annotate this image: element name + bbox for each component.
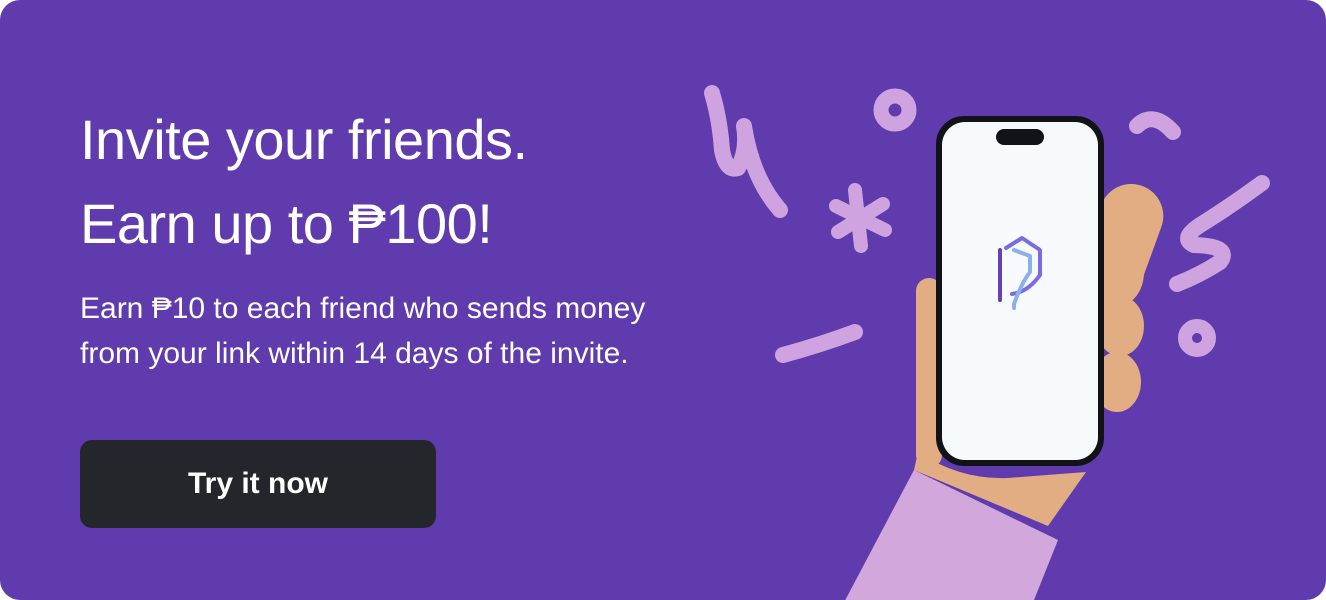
doodle-zigzag bbox=[1169, 175, 1270, 292]
doodle-asterisk bbox=[829, 183, 892, 253]
doodle-arc-top-right bbox=[1129, 111, 1181, 140]
promo-banner: Invite your friends. Earn up to ₱100! Ea… bbox=[0, 0, 1326, 600]
phone bbox=[936, 116, 1104, 466]
phone-notch bbox=[996, 129, 1044, 145]
squiggle-left bbox=[704, 85, 788, 218]
doodle-ring-top bbox=[873, 88, 917, 132]
hand-holding-phone-illustration bbox=[704, 85, 1270, 600]
doodle-ring-right bbox=[1178, 319, 1216, 357]
doodle-dash bbox=[775, 324, 863, 363]
